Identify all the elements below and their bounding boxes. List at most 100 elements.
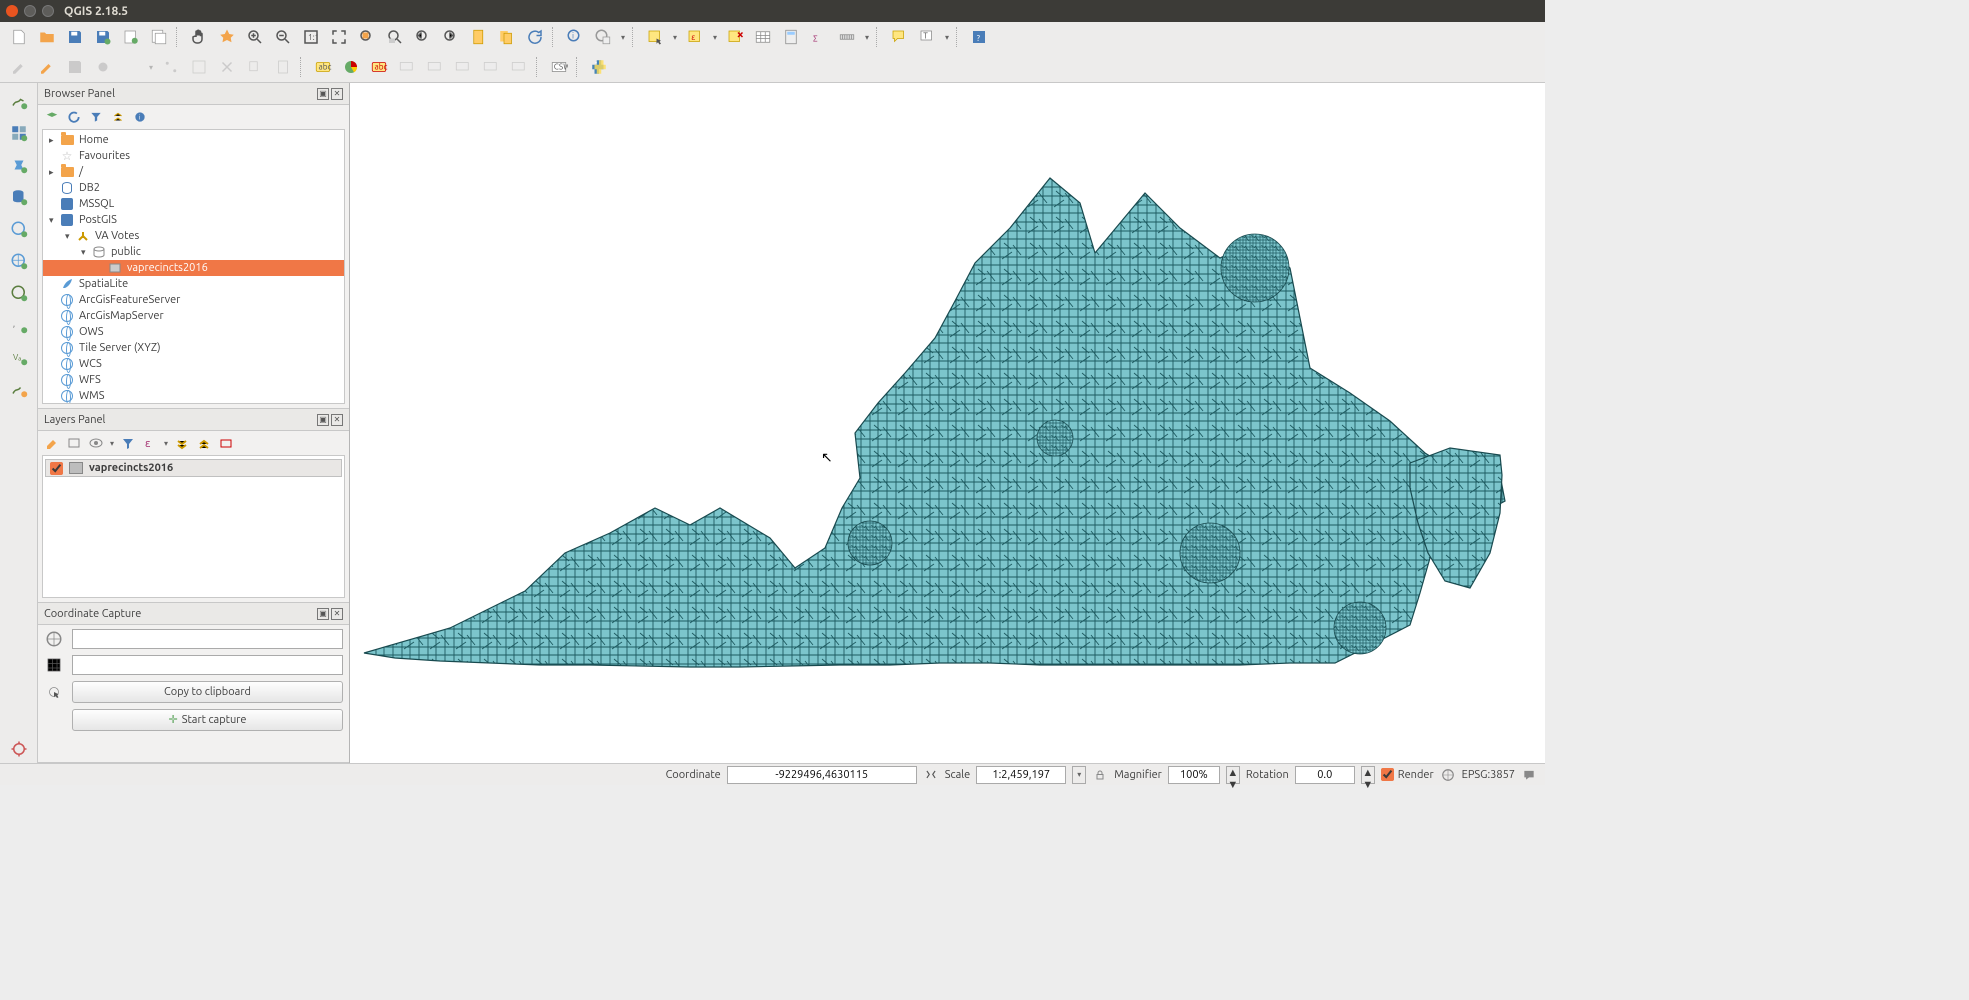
add-group-icon[interactable]	[66, 435, 82, 451]
browser-item-mssql[interactable]: MSSQL	[43, 196, 344, 212]
zoom-next-button[interactable]	[438, 24, 464, 50]
expand-all-icon[interactable]	[174, 435, 190, 451]
browser-item-tile-server--xyz-[interactable]: Tile Server (XYZ)	[43, 340, 344, 356]
layer-visibility-checkbox[interactable]	[50, 462, 63, 475]
show-labels-button[interactable]	[422, 54, 448, 80]
crs-icon[interactable]	[1440, 767, 1456, 783]
pan-button[interactable]	[186, 24, 212, 50]
dropdown-arrow[interactable]: ▾	[710, 33, 720, 42]
panel-float-button[interactable]: ▣	[317, 608, 329, 620]
layer-item-vaprecincts2016[interactable]: vaprecincts2016	[45, 459, 342, 477]
window-close-button[interactable]	[6, 5, 18, 17]
browser-item-ows[interactable]: OWS	[43, 324, 344, 340]
deselect-all-button[interactable]	[722, 24, 748, 50]
annotation-button[interactable]: T	[914, 24, 940, 50]
tracking-icon[interactable]	[44, 682, 64, 702]
dropdown-arrow[interactable]: ▾	[618, 33, 628, 42]
dropdown-arrow[interactable]: ▾	[862, 33, 872, 42]
expression-filter-icon[interactable]: ε	[142, 435, 158, 451]
browser-item-wfs[interactable]: WFS	[43, 372, 344, 388]
add-vector-layer-button[interactable]	[5, 87, 33, 115]
properties-icon[interactable]: i	[132, 109, 148, 125]
rotation-spinner[interactable]: ▲▼	[1361, 766, 1375, 784]
select-by-expression-button[interactable]: ε	[682, 24, 708, 50]
move-feature-button[interactable]	[118, 54, 144, 80]
help-button[interactable]: ?	[966, 24, 992, 50]
panel-float-button[interactable]: ▣	[317, 414, 329, 426]
panel-close-button[interactable]: ✕	[331, 608, 343, 620]
change-label-button[interactable]	[506, 54, 532, 80]
browser-item-vaprecincts2016[interactable]: vaprecincts2016	[43, 260, 344, 276]
captured-canvas-coordinate-input[interactable]	[72, 655, 343, 675]
zoom-in-button[interactable]	[242, 24, 268, 50]
node-tool-button[interactable]	[158, 54, 184, 80]
browser-item-home[interactable]: ▸Home	[43, 132, 344, 148]
refresh-button[interactable]	[522, 24, 548, 50]
magnifier-spinner[interactable]: ▲▼	[1226, 766, 1240, 784]
toggle-editing-button[interactable]	[6, 54, 32, 80]
render-checkbox[interactable]: Render	[1381, 768, 1434, 781]
start-capture-button[interactable]: ✛ Start capture	[72, 709, 343, 731]
scale-dropdown-button[interactable]: ▾	[1072, 766, 1086, 784]
browser-item-arcgisfeatureserver[interactable]: ArcGisFeatureServer	[43, 292, 344, 308]
panel-close-button[interactable]: ✕	[331, 88, 343, 100]
save-edits-button[interactable]	[62, 54, 88, 80]
messages-icon[interactable]	[1521, 767, 1537, 783]
zoom-to-selection-button[interactable]	[354, 24, 380, 50]
captured-crs-coordinate-input[interactable]	[72, 629, 343, 649]
zoom-last-button[interactable]	[410, 24, 436, 50]
new-print-composer-button[interactable]	[118, 24, 144, 50]
pan-to-selection-button[interactable]	[214, 24, 240, 50]
cut-button[interactable]	[214, 54, 240, 80]
delete-selected-button[interactable]	[186, 54, 212, 80]
add-delimited-text-layer-button[interactable]: ,	[5, 311, 33, 339]
browser-item-db2[interactable]: DB2	[43, 180, 344, 196]
new-shapefile-layer-button[interactable]	[5, 375, 33, 403]
composer-manager-button[interactable]	[146, 24, 172, 50]
browser-item-arcgismapserver[interactable]: ArcGisMapServer	[43, 308, 344, 324]
browser-item-wms[interactable]: WMS	[43, 388, 344, 404]
csw-button[interactable]: CSW	[546, 54, 572, 80]
new-bookmark-button[interactable]	[466, 24, 492, 50]
open-project-button[interactable]	[34, 24, 60, 50]
magnifier-input[interactable]	[1168, 766, 1220, 784]
identify-button[interactable]: i	[562, 24, 588, 50]
add-postgis-layer-button[interactable]	[5, 183, 33, 211]
coordinate-capture-header[interactable]: Coordinate Capture ▣✕	[38, 603, 349, 625]
diagram-button[interactable]	[338, 54, 364, 80]
refresh-icon[interactable]	[66, 109, 82, 125]
window-maximize-button[interactable]	[42, 5, 54, 17]
browser-item-spatialite[interactable]: SpatiaLite	[43, 276, 344, 292]
python-console-button[interactable]	[586, 54, 612, 80]
add-feature-button[interactable]	[90, 54, 116, 80]
zoom-full-button[interactable]	[326, 24, 352, 50]
layers-list[interactable]: vaprecincts2016	[42, 455, 345, 598]
move-label-button[interactable]	[450, 54, 476, 80]
window-minimize-button[interactable]	[24, 5, 36, 17]
copy-button[interactable]	[242, 54, 268, 80]
scale-input[interactable]	[976, 766, 1066, 784]
lock-scale-icon[interactable]	[1092, 767, 1108, 783]
add-wms-layer-button[interactable]	[5, 215, 33, 243]
collapse-all-icon[interactable]	[110, 109, 126, 125]
add-wfs-layer-button[interactable]	[5, 279, 33, 307]
browser-item-favourites[interactable]: ☆Favourites	[43, 148, 344, 164]
map-tips-button[interactable]	[886, 24, 912, 50]
copy-to-clipboard-button[interactable]: Copy to clipboard	[72, 681, 343, 703]
add-virtual-layer-button[interactable]: Vₐ	[5, 343, 33, 371]
visibility-icon[interactable]	[88, 435, 104, 451]
dropdown-arrow[interactable]: ▾	[942, 33, 952, 42]
filter-icon[interactable]	[88, 109, 104, 125]
remove-layer-icon[interactable]	[218, 435, 234, 451]
style-icon[interactable]	[44, 435, 60, 451]
filter-legend-icon[interactable]	[120, 435, 136, 451]
browser-item-va-votes[interactable]: ▾VA Votes	[43, 228, 344, 244]
select-features-button[interactable]	[642, 24, 668, 50]
toggle-extents-icon[interactable]	[923, 767, 939, 783]
crs-label[interactable]: EPSG:3857	[1462, 769, 1515, 781]
add-layer-icon[interactable]	[44, 109, 60, 125]
browser-panel-header[interactable]: Browser Panel ▣✕	[38, 83, 349, 105]
new-project-button[interactable]	[6, 24, 32, 50]
save-project-button[interactable]	[62, 24, 88, 50]
measure-button[interactable]	[834, 24, 860, 50]
